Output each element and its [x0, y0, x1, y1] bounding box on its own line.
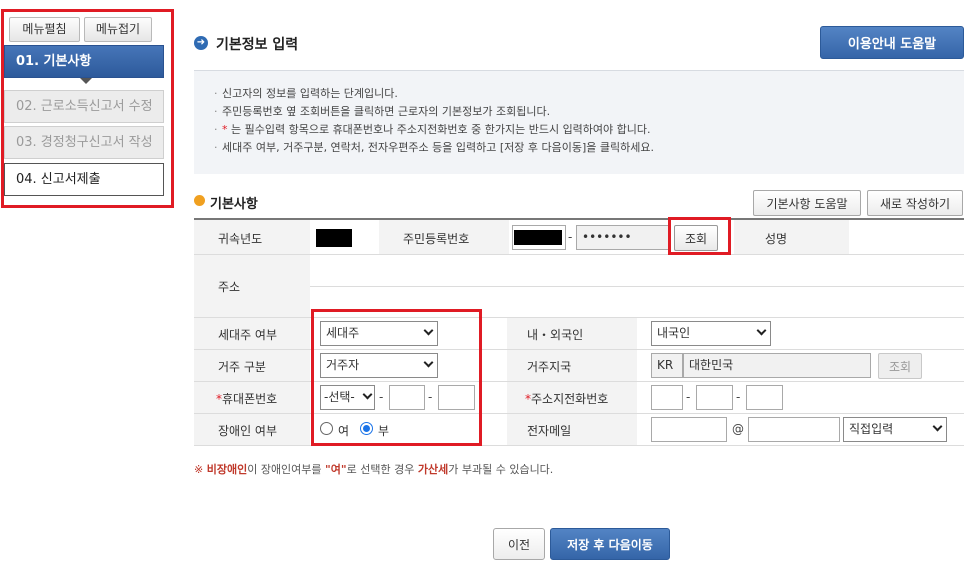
step-edit-income-report[interactable]: 02. 근로소득신고서 수정 [4, 90, 164, 123]
home-phone-label: *주소지전화번호 [525, 390, 608, 407]
row-divider [194, 381, 964, 382]
household-label: 세대주 여부 [218, 328, 278, 342]
email-domain-select[interactable]: 직접입력 [843, 417, 947, 442]
notice-text: 로 선택한 경우 [346, 463, 418, 476]
step-submit-report[interactable]: 04. 신고서제출 [4, 163, 164, 196]
section-title: 기본사항 [210, 197, 258, 212]
year-label: 귀속년도 [218, 232, 263, 246]
step-sidebar: 메뉴펼침 메뉴접기 01. 기본사항 02. 근로소득신고서 수정 03. 경정… [1, 9, 174, 208]
home-phone-dash: - [686, 390, 691, 404]
rrn-front-field[interactable] [512, 225, 566, 250]
notice-highlight: 가산세 [417, 463, 449, 476]
email-id-field[interactable] [651, 417, 727, 442]
usage-guide-help-button[interactable]: 이용안내 도움말 [820, 26, 964, 59]
menu-expand-button[interactable]: 메뉴펼침 [9, 17, 80, 42]
region-code-field[interactable]: KR [651, 353, 683, 378]
email-domain-value: 직접입력 [849, 422, 894, 436]
input-highlight-box [311, 309, 482, 446]
rrn-front-redacted [514, 230, 562, 245]
chevron-down-icon [756, 325, 767, 336]
new-write-button[interactable]: 새로 작성하기 [867, 190, 963, 216]
label-cell [734, 220, 849, 254]
region-name-field[interactable]: 대한민국 [683, 353, 871, 378]
basic-info-form: 귀속년도 주민등록번호 - ••••••• 조회 성명 주소 세대주 여부 세대… [194, 217, 964, 446]
home-phone-last-field[interactable] [746, 385, 783, 410]
email-label: 전자메일 [527, 424, 572, 438]
basic-info-help-button[interactable]: 기본사항 도움말 [753, 190, 861, 216]
search-highlight-box [668, 217, 731, 255]
email-at-sign: @ [732, 422, 744, 436]
nationality-label: 내・외국인 [527, 328, 584, 342]
row-divider [194, 349, 964, 350]
nationality-select[interactable]: 내국인 [651, 321, 771, 346]
address-label: 주소 [218, 280, 241, 294]
row-divider [194, 445, 964, 446]
instruction-box: 신고자의 정보를 입력하는 단계입니다. 주민등록번호 옆 조회버튼을 클릭하면… [194, 70, 964, 174]
penalty-notice: ※ 비장애인이 장애인여부를 "여"로 선택한 경우 가산세가 부과될 수 있습… [194, 461, 553, 477]
instruction-line: 주민등록번호 옆 조회버튼을 클릭하면 근로자의 기본정보가 조회됩니다. [214, 103, 964, 121]
rrn-label: 주민등록번호 [403, 232, 470, 246]
home-phone-label-text: 주소지전화번호 [531, 392, 609, 406]
instruction-text: 는 필수입력 항목으로 휴대폰번호나 주소지전화번호 중 한가지는 반드시 입력… [227, 123, 651, 136]
instruction-line: 세대주 여부, 거주구분, 연락처, 전자우편주소 등을 입력하고 [저장 후 … [214, 139, 964, 157]
rrn-dash: - [568, 230, 573, 244]
section-bullet-icon [194, 195, 205, 206]
notice-text: 이 장애인여부를 [247, 463, 326, 476]
step-arrow-icon [80, 78, 92, 84]
disability-label: 장애인 여부 [218, 424, 278, 438]
save-and-next-button[interactable]: 저장 후 다음이동 [550, 528, 670, 560]
instruction-line: * 는 필수입력 항목으로 휴대폰번호나 주소지전화번호 중 한가지는 반드시 … [214, 121, 964, 139]
previous-button[interactable]: 이전 [493, 528, 545, 560]
notice-mark: ※ [194, 463, 204, 476]
row-divider [194, 317, 964, 318]
notice-text: 가 부과될 수 있습니다. [448, 463, 554, 476]
row-divider [310, 286, 964, 287]
email-domain-field[interactable] [748, 417, 840, 442]
nationality-value: 내국인 [657, 326, 691, 340]
residence-label: 거주 구분 [218, 360, 266, 374]
home-phone-middle-field[interactable] [696, 385, 733, 410]
home-phone-area-field[interactable] [651, 385, 683, 410]
page-title: 기본정보 입력 [216, 37, 299, 53]
row-divider [194, 254, 964, 255]
residence-region-label: 거주지국 [527, 360, 572, 374]
row-divider [194, 413, 964, 414]
name-label: 성명 [765, 232, 788, 246]
mobile-label: *휴대폰번호 [216, 390, 277, 407]
home-phone-dash: - [736, 390, 741, 404]
year-value-redacted [316, 229, 352, 247]
step-write-correction-claim[interactable]: 03. 경정청구신고서 작성 [4, 126, 164, 159]
notice-highlight: "여" [325, 463, 347, 476]
step-basic-info[interactable]: 01. 기본사항 [4, 45, 164, 78]
menu-collapse-button[interactable]: 메뉴접기 [84, 17, 152, 42]
mobile-label-text: 휴대폰번호 [222, 392, 278, 406]
label-cell [194, 255, 310, 317]
region-search-button[interactable]: 조회 [878, 353, 922, 379]
arrow-circle-icon: ➜ [194, 36, 208, 50]
rrn-back-field[interactable]: ••••••• [576, 225, 670, 250]
notice-highlight: 비장애인 [206, 463, 248, 476]
instruction-line: 신고자의 정보를 입력하는 단계입니다. [214, 85, 964, 103]
chevron-down-icon [932, 421, 943, 432]
